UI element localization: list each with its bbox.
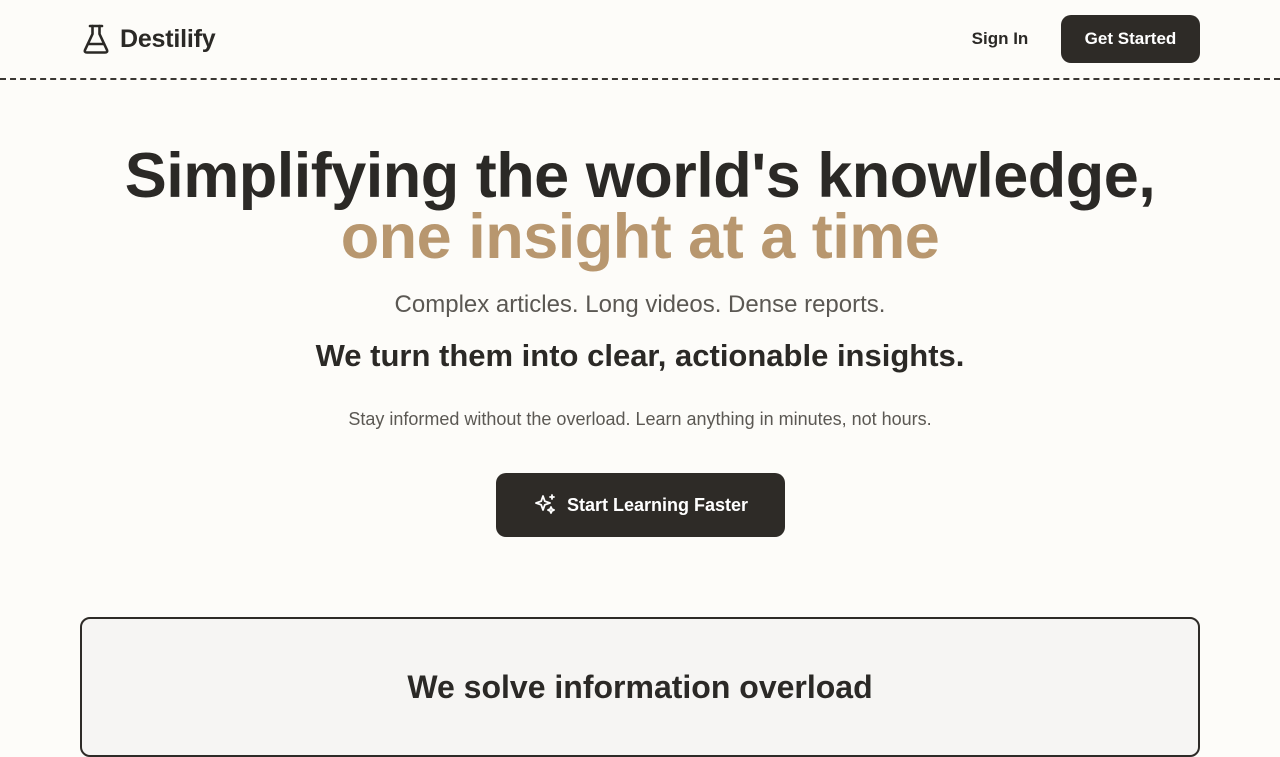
site-header: Destilify Sign In Get Started (0, 0, 1280, 80)
brand-logo[interactable]: Destilify (82, 22, 216, 56)
hero-subtitle: Complex articles. Long videos. Dense rep… (394, 291, 886, 318)
sparkles-icon (535, 494, 555, 514)
get-started-button[interactable]: Get Started (1061, 15, 1200, 63)
hero-tagline: We turn them into clear, actionable insi… (315, 338, 965, 373)
hero-description: Stay informed without the overload. Lear… (348, 409, 932, 429)
start-learning-label: Start Learning Faster (566, 494, 749, 515)
flask-icon (83, 24, 109, 54)
sign-in-button[interactable]: Sign In (960, 26, 1040, 52)
start-learning-button[interactable]: Start Learning Faster (496, 473, 785, 537)
hero-title-accent: one insight at a time (340, 202, 940, 272)
feature-card: We solve information overload (80, 617, 1200, 757)
feature-card-title: We solve information overload (407, 669, 873, 705)
brand-name: Destilify (120, 24, 216, 53)
